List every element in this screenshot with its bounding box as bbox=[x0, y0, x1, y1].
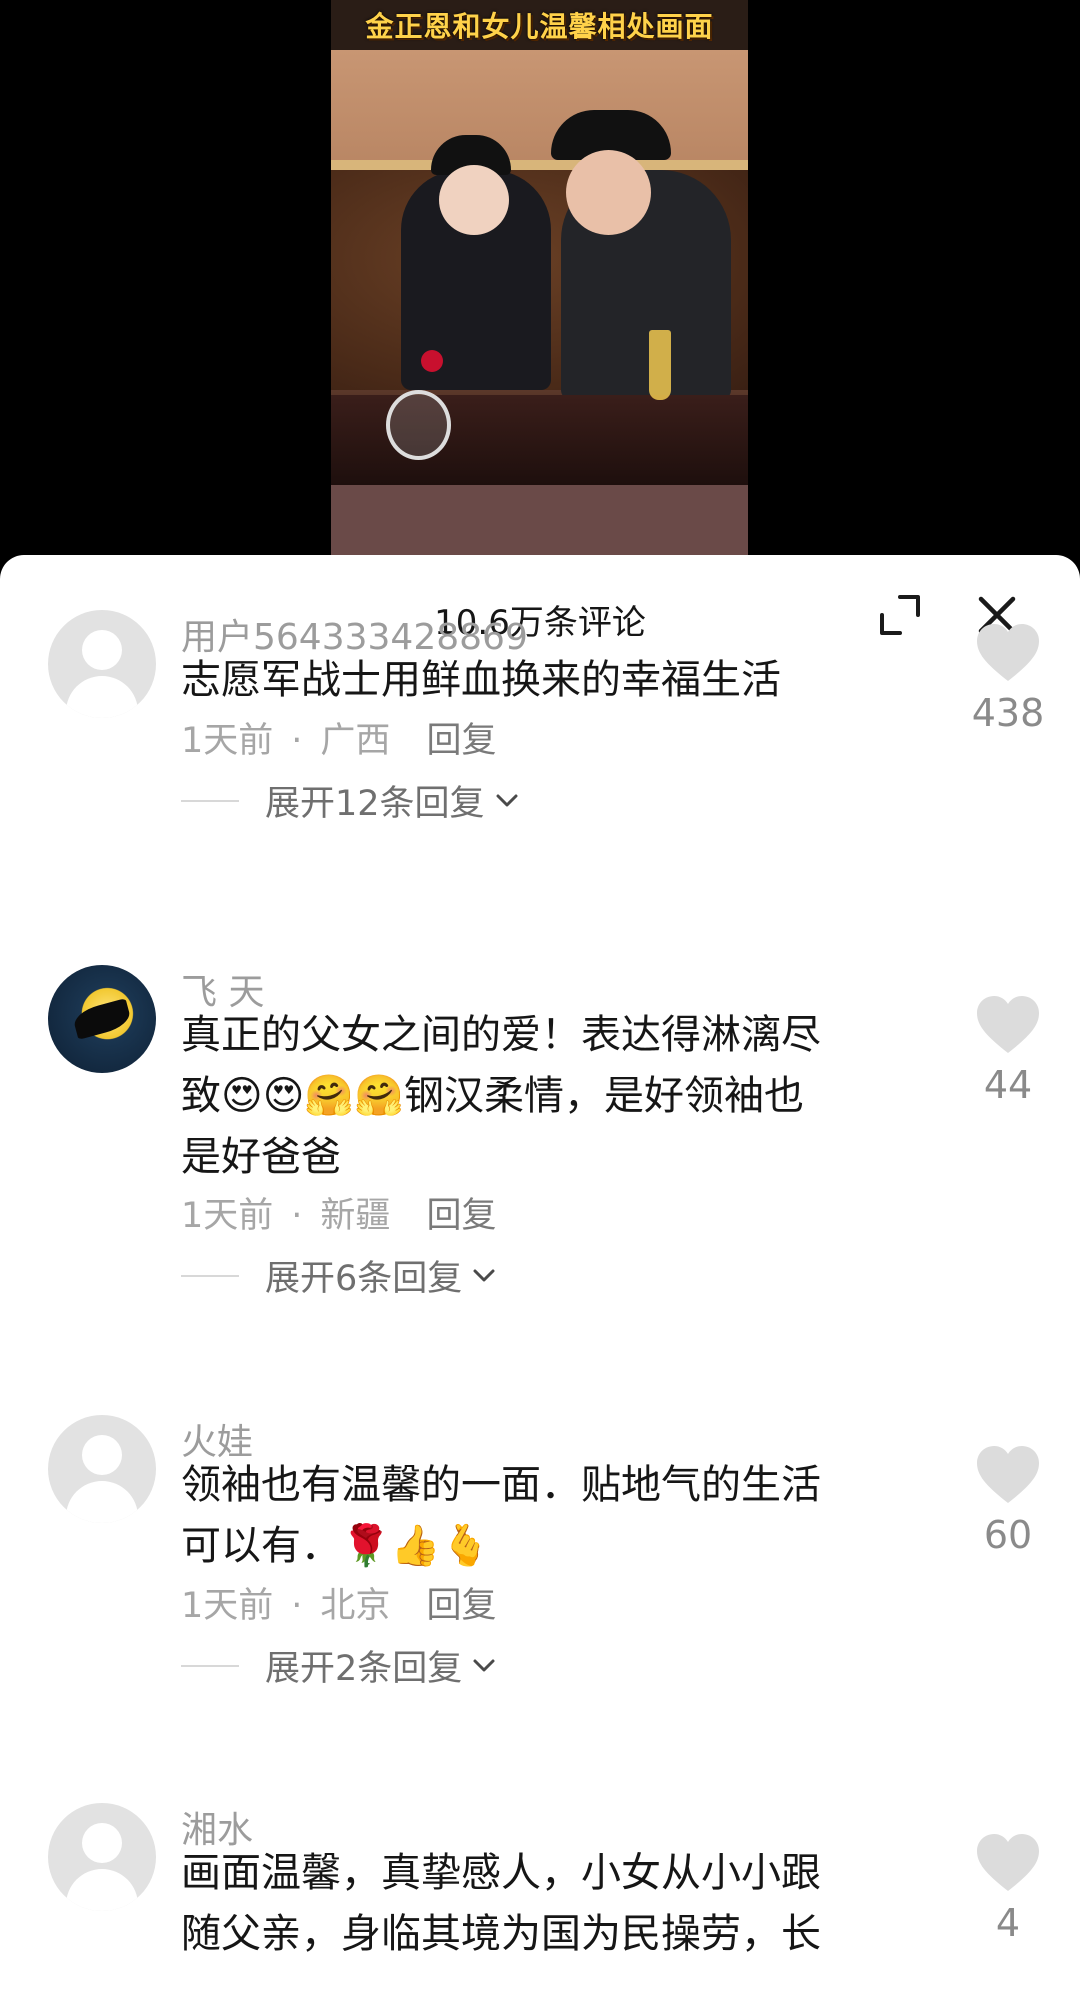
like-count: 4 bbox=[995, 1901, 1021, 1945]
comment-time: 1天前 bbox=[181, 1586, 274, 1626]
video-girl-face bbox=[439, 165, 509, 235]
video-man-face bbox=[566, 150, 651, 235]
divider-line bbox=[181, 1664, 239, 1667]
meta-dot: · bbox=[291, 1586, 303, 1626]
heart-icon bbox=[977, 624, 1039, 681]
video-player[interactable]: 金正恩和女儿温馨相处画面 bbox=[0, 0, 1080, 560]
expand-icon[interactable] bbox=[878, 593, 922, 637]
comment-time: 1天前 bbox=[181, 721, 274, 761]
expand-replies-label: 展开2条回复 bbox=[265, 1649, 463, 1689]
avatar[interactable] bbox=[48, 1803, 156, 1911]
expand-replies-label: 展开12条回复 bbox=[265, 784, 485, 824]
reply-button[interactable]: 回复 bbox=[426, 1586, 496, 1626]
content-text: 钢汉柔情，是好领袖也 bbox=[404, 1073, 805, 1119]
comment-content: 志愿军战士用鲜血换来的幸福生活 bbox=[181, 657, 781, 703]
comment-sheet: 10.6万条评论 用户564333428869 志愿军战士用鲜血换来的幸福生活 … bbox=[0, 555, 1080, 1993]
expand-replies-label: 展开6条回复 bbox=[265, 1259, 463, 1299]
comment-content: 真正的父女之间的爱！表达得淋漓尽 致😍😍🤗🤗钢汉柔情，是好领袖也 是好爸爸 bbox=[181, 1005, 921, 1188]
comment-sheet-header: 10.6万条评论 bbox=[0, 555, 1080, 645]
expand-replies-button[interactable]: 展开2条回复 bbox=[181, 1640, 498, 1691]
heart-icon bbox=[977, 1834, 1039, 1891]
reply-button[interactable]: 回复 bbox=[426, 721, 496, 761]
like-button[interactable]: 438 bbox=[968, 623, 1048, 735]
meta-dot: · bbox=[291, 721, 303, 761]
comment-meta: 1天前 · 广西 回复 bbox=[181, 712, 496, 763]
comment-content: 画面温馨，真挚感人，小女从小小跟 随父亲，身临其境为国为民操劳，长 bbox=[181, 1843, 921, 1965]
avatar-body bbox=[66, 1481, 138, 1523]
like-button[interactable]: 4 bbox=[968, 1833, 1048, 1945]
heart-icon bbox=[977, 996, 1039, 1053]
video-title: 金正恩和女儿温馨相处画面 bbox=[331, 0, 748, 50]
like-button[interactable]: 60 bbox=[968, 1445, 1048, 1557]
content-text: 致 bbox=[181, 1073, 221, 1119]
avatar-body bbox=[66, 676, 138, 718]
comment-content-line: 可以有．🌹👍🫰 bbox=[181, 1516, 921, 1577]
emoji-group: 😍😍🤗🤗 bbox=[221, 1073, 405, 1119]
avatar-head bbox=[82, 1435, 122, 1475]
video-rose bbox=[421, 350, 443, 372]
meta-dot: · bbox=[291, 1196, 303, 1236]
expand-replies-button[interactable]: 展开6条回复 bbox=[181, 1250, 498, 1301]
chevron-down-icon bbox=[473, 1269, 495, 1281]
comment-content-line: 致😍😍🤗🤗钢汉柔情，是好领袖也 bbox=[181, 1066, 921, 1127]
divider-line bbox=[181, 1274, 239, 1277]
comment-location: 北京 bbox=[320, 1586, 391, 1626]
avatar-head bbox=[82, 1823, 122, 1863]
comment-content-line: 领袖也有温馨的一面．贴地气的生活 bbox=[181, 1462, 821, 1508]
comment-content-line: 随父亲，身临其境为国为民操劳，长 bbox=[181, 1911, 821, 1957]
comment-meta: 1天前 · 北京 回复 bbox=[181, 1577, 496, 1628]
like-count: 60 bbox=[983, 1513, 1033, 1557]
comment-location: 广西 bbox=[320, 721, 391, 761]
comment-time: 1天前 bbox=[181, 1196, 274, 1236]
video-glass bbox=[649, 330, 671, 400]
like-button[interactable]: 44 bbox=[968, 995, 1048, 1107]
like-count: 438 bbox=[971, 691, 1045, 735]
reply-button[interactable]: 回复 bbox=[426, 1196, 496, 1236]
video-frame: 金正恩和女儿温馨相处画面 bbox=[331, 0, 748, 560]
comment-content-line: 画面温馨，真挚感人，小女从小小跟 bbox=[181, 1850, 821, 1896]
content-text: 可以有． bbox=[181, 1523, 341, 1569]
avatar[interactable] bbox=[48, 1415, 156, 1523]
comment-content-line: 是好爸爸 bbox=[181, 1134, 341, 1180]
avatar[interactable] bbox=[48, 965, 156, 1073]
emoji-group: 🌹👍🫰 bbox=[341, 1523, 491, 1569]
expand-replies-button[interactable]: 展开12条回复 bbox=[181, 775, 521, 826]
divider-line bbox=[181, 799, 239, 802]
video-vase bbox=[386, 390, 451, 460]
comment-meta: 1天前 · 新疆 回复 bbox=[181, 1187, 496, 1238]
video-floor bbox=[331, 485, 748, 560]
chevron-down-icon bbox=[496, 794, 518, 806]
avatar-silhouette bbox=[71, 998, 133, 1040]
comment-location: 新疆 bbox=[320, 1196, 391, 1236]
comment-content: 领袖也有温馨的一面．贴地气的生活 可以有．🌹👍🫰 bbox=[181, 1455, 921, 1577]
chevron-down-icon bbox=[473, 1659, 495, 1671]
avatar-head bbox=[82, 630, 122, 670]
like-count: 44 bbox=[983, 1063, 1033, 1107]
comment-content-line: 真正的父女之间的爱！表达得淋漓尽 bbox=[181, 1012, 821, 1058]
heart-icon bbox=[977, 1446, 1039, 1503]
avatar-body bbox=[66, 1869, 138, 1911]
avatar[interactable] bbox=[48, 610, 156, 718]
